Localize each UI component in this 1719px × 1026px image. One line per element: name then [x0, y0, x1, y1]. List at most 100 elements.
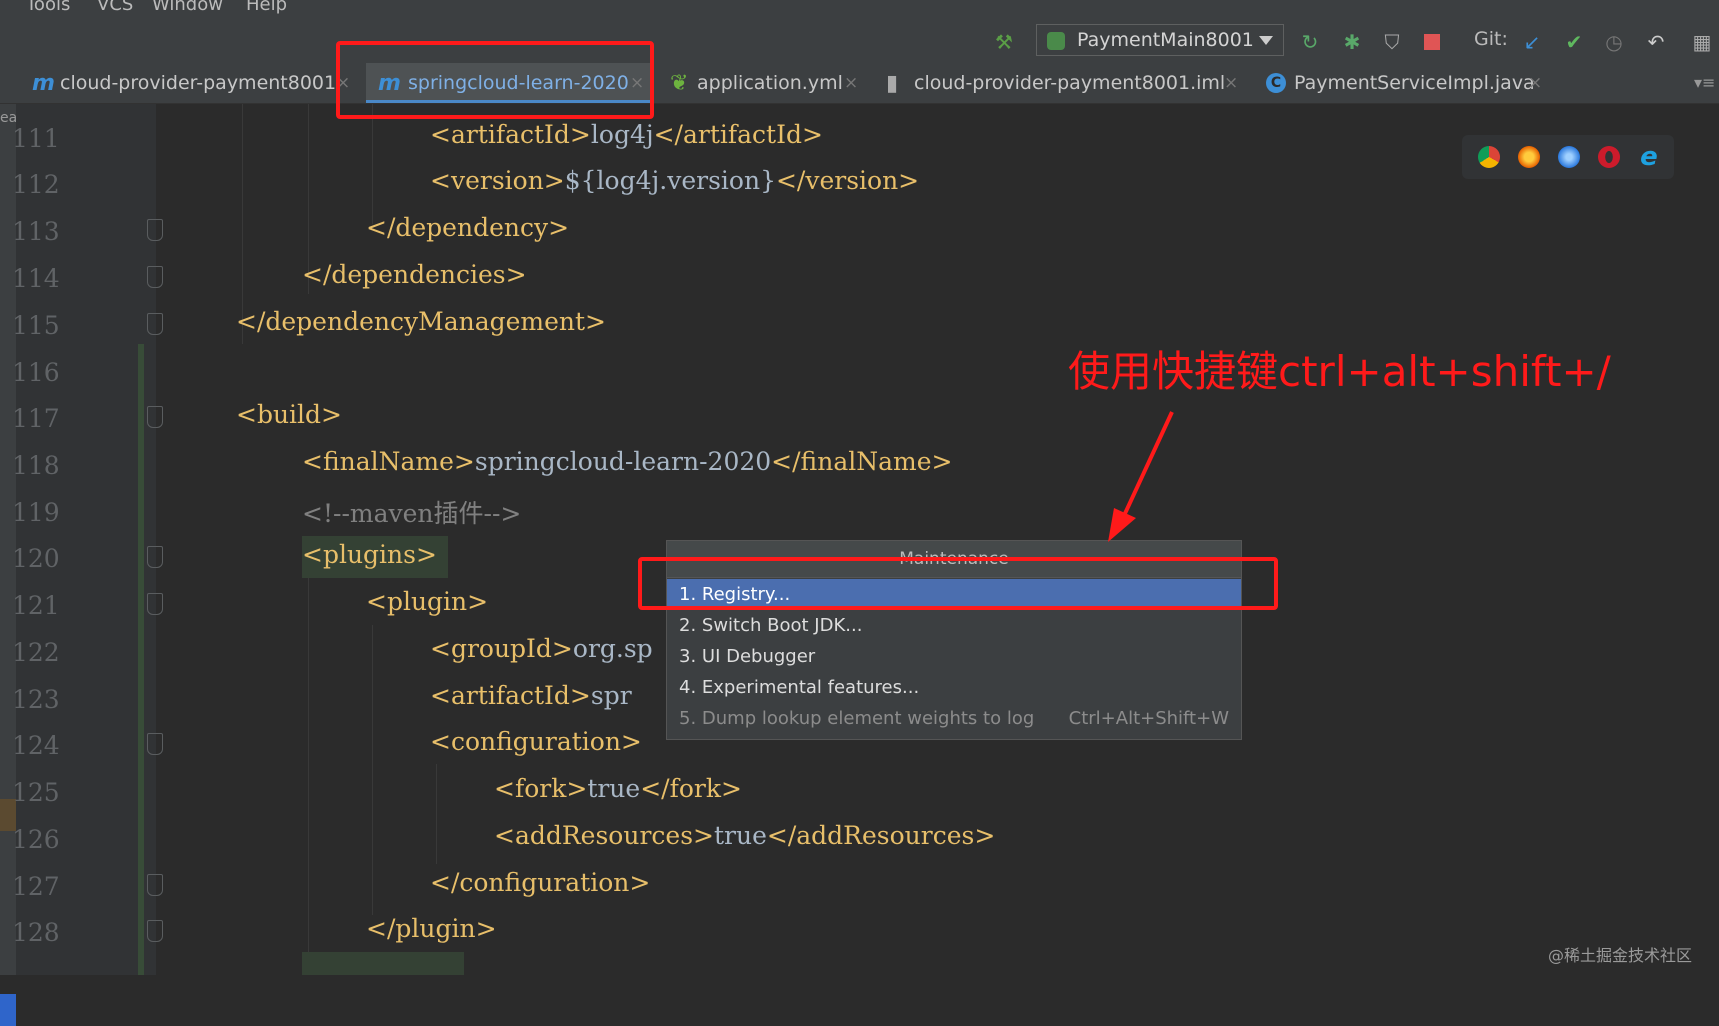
code-line[interactable]: <configuration> [430, 727, 642, 756]
code-line[interactable]: <plugins> [302, 540, 437, 569]
fold-marker-icon[interactable] [147, 874, 163, 896]
menu-vcs[interactable]: VCS [97, 0, 133, 15]
code-line[interactable]: </dependencies> [302, 260, 527, 289]
code-line[interactable]: </plugin> [366, 914, 497, 943]
popup-item-label: 2. Switch Boot JDK... [679, 615, 863, 636]
git-rollback-icon[interactable]: ↶ [1644, 30, 1668, 54]
code-line[interactable]: <version>${log4j.version}</version> [430, 166, 919, 195]
watermark: @稀土掘金技术社区 [1548, 946, 1693, 965]
code-line[interactable]: </dependencyManagement> [236, 307, 606, 336]
internet-explorer-icon[interactable]: e [1638, 144, 1660, 170]
tab-overflow-icon[interactable]: ▾≡ [1694, 73, 1715, 92]
stop-icon[interactable] [1420, 30, 1444, 54]
popup-item-label: 5. Dump lookup element weights to log [679, 708, 1035, 729]
line-number: 119 [12, 498, 60, 527]
fold-marker-icon[interactable] [147, 733, 163, 755]
code-line[interactable]: <build> [236, 400, 342, 429]
fold-marker-icon[interactable] [147, 920, 163, 942]
line-number: 111 [12, 124, 60, 153]
line-number: 124 [12, 731, 60, 760]
popup-item-switch-boot-jdk[interactable]: 2. Switch Boot JDK... [667, 610, 1241, 641]
opera-icon[interactable] [1598, 146, 1620, 168]
fold-marker-icon[interactable] [147, 313, 163, 335]
project-structure-icon[interactable]: ▦ [1690, 30, 1714, 54]
code-line[interactable]: </dependency> [366, 213, 569, 242]
close-icon[interactable]: × [844, 73, 858, 93]
matching-tag-highlight [302, 952, 464, 975]
module-file-icon: ▮ [886, 71, 899, 96]
line-number: 115 [12, 311, 60, 340]
annotation-text: 使用快捷键ctrl+alt+shift+/ [1068, 347, 1611, 396]
indent-guide [372, 104, 373, 224]
menu-window[interactable]: Window [152, 0, 223, 15]
fold-marker-icon[interactable] [147, 406, 163, 428]
tab-label: application.yml [697, 72, 843, 94]
debug-bug-icon[interactable]: ✱ [1340, 30, 1364, 54]
editor-tab-bar: m cloud-provider-payment8001 × m springc… [0, 63, 1719, 104]
popup-item-label: 3. UI Debugger [679, 646, 816, 667]
code-comment[interactable]: <!--maven插件--> [302, 494, 521, 530]
fold-marker-icon[interactable] [147, 546, 163, 568]
code-line[interactable]: </configuration> [430, 868, 650, 897]
run-configuration-label: PaymentMain8001 [1077, 29, 1254, 51]
menubar: Tools VCS Window Help [0, 0, 1719, 18]
build-hammer-icon[interactable]: ⚒ [992, 30, 1016, 54]
code-line[interactable]: <artifactId>log4j</artifactId> [430, 120, 823, 149]
tab-module-iml[interactable]: ▮ cloud-provider-payment8001.iml × [880, 63, 1246, 103]
firefox-icon[interactable] [1518, 146, 1540, 168]
line-number: 121 [12, 591, 60, 620]
tab-application-yml[interactable]: ❦ application.yml × [664, 63, 864, 103]
line-number: 120 [12, 544, 60, 573]
git-commit-check-icon[interactable]: ✔ [1562, 30, 1586, 54]
rerun-icon[interactable]: ↻ [1298, 30, 1322, 54]
chrome-icon[interactable] [1478, 146, 1500, 168]
indent-guide [308, 578, 309, 958]
tab-label: PaymentServiceImpl.java [1294, 72, 1535, 94]
popup-item-shortcut: Ctrl+Alt+Shift+W [1068, 708, 1229, 729]
java-class-icon: C [1266, 73, 1286, 93]
git-history-clock-icon[interactable]: ◷ [1602, 30, 1626, 54]
line-number: 117 [12, 404, 60, 433]
coverage-shield-icon[interactable]: ⛉ [1380, 30, 1404, 54]
code-line[interactable]: <artifactId>spr [430, 681, 632, 710]
line-number: 127 [12, 872, 60, 901]
fold-marker-icon[interactable] [147, 593, 163, 615]
line-number: 118 [12, 451, 60, 480]
line-number: 122 [12, 638, 60, 667]
code-line[interactable]: <plugin> [366, 587, 488, 616]
vcs-change-marker [138, 344, 144, 975]
main-toolbar: ⚒ PaymentMain8001 ↻ ✱ ⛉ Git: ↙ ✔ ◷ ↶ ▦ [0, 18, 1719, 63]
code-line[interactable]: <addResources>true</addResources> [494, 821, 995, 850]
line-number: 123 [12, 685, 60, 714]
line-number: 112 [12, 170, 60, 199]
line-number: 126 [12, 825, 60, 854]
popup-item-ui-debugger[interactable]: 3. UI Debugger [667, 641, 1241, 672]
menu-tools[interactable]: Tools [26, 0, 70, 15]
fold-marker-icon[interactable] [147, 266, 163, 288]
popup-item-experimental-features[interactable]: 4. Experimental features... [667, 672, 1241, 703]
git-update-icon[interactable]: ↙ [1520, 30, 1544, 54]
annotation-highlight-tab [336, 41, 654, 119]
tab-label: cloud-provider-payment8001 [60, 72, 337, 94]
code-line[interactable]: <fork>true</fork> [494, 774, 742, 803]
annotation-highlight-registry [638, 557, 1278, 610]
fold-marker-icon[interactable] [147, 219, 163, 241]
tab-payment-service-impl[interactable]: C PaymentServiceImpl.java × [1262, 63, 1552, 103]
line-number: 114 [12, 264, 60, 293]
code-line[interactable]: <finalName>springcloud-learn-2020</final… [302, 447, 952, 476]
close-icon[interactable]: × [1528, 73, 1542, 93]
chevron-down-icon [1259, 36, 1273, 45]
maven-icon: m [32, 71, 55, 96]
code-line[interactable]: <groupId>org.sp [430, 634, 653, 663]
menu-help[interactable]: Help [246, 0, 287, 15]
tab-cloud-provider-pom[interactable]: m cloud-provider-payment8001 × [24, 63, 354, 103]
annotation-arrow-icon [1108, 411, 1174, 542]
indent-guide [436, 764, 437, 864]
tab-label: cloud-provider-payment8001.iml [914, 72, 1226, 94]
close-icon[interactable]: × [1224, 73, 1238, 93]
browser-preview-panel: e [1462, 135, 1674, 179]
popup-item-dump-lookup-weights[interactable]: 5. Dump lookup element weights to log Ct… [667, 703, 1241, 734]
safari-icon[interactable] [1558, 146, 1580, 168]
popup-item-label: 4. Experimental features... [679, 677, 920, 698]
run-configuration-select[interactable]: PaymentMain8001 [1036, 24, 1284, 56]
